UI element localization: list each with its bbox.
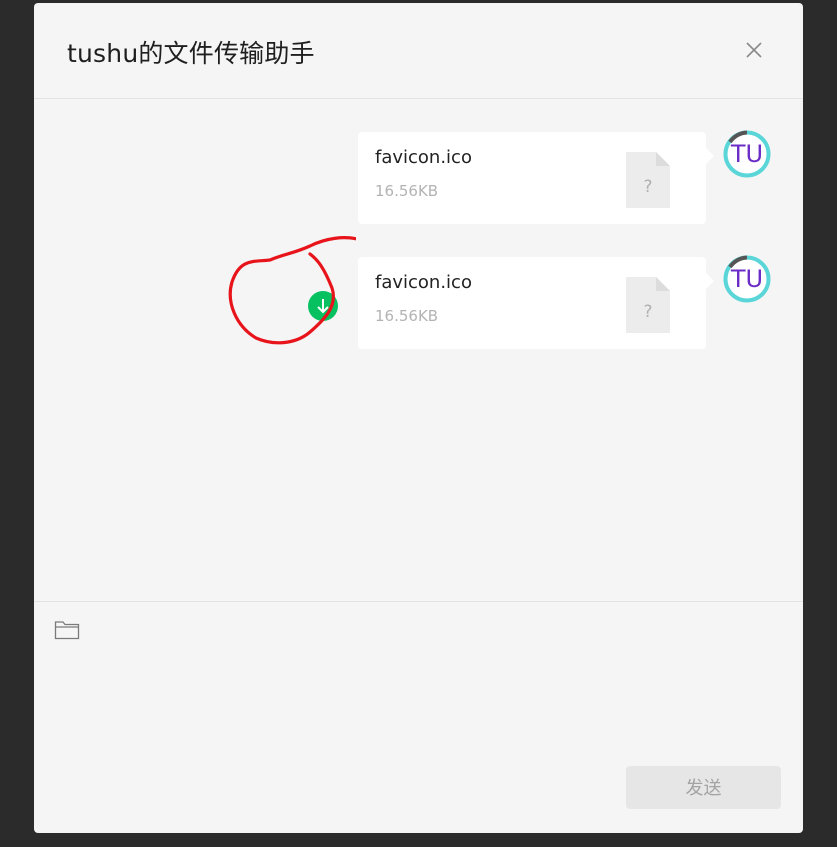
file-name: favicon.ico bbox=[375, 272, 472, 293]
unknown-file-icon: ? bbox=[626, 152, 670, 208]
send-button[interactable]: 发送 bbox=[626, 766, 781, 809]
avatar-initials: TU bbox=[730, 140, 764, 168]
file-bubble[interactable]: favicon.ico 16.56KB ? bbox=[358, 257, 714, 349]
avatar[interactable]: TU bbox=[723, 130, 771, 178]
dialog-title: tushu的文件传输助手 bbox=[67, 39, 315, 68]
avatar[interactable]: TU bbox=[723, 255, 771, 303]
unknown-file-icon: ? bbox=[626, 277, 670, 333]
dialog-header: tushu的文件传输助手 bbox=[34, 3, 803, 99]
chat-message-list[interactable]: favicon.ico 16.56KB ? TU favicon.ico 16.… bbox=[34, 99, 803, 601]
svg-text:?: ? bbox=[643, 302, 652, 322]
file-name: favicon.ico bbox=[375, 147, 472, 168]
file-message: favicon.ico 16.56KB ? TU bbox=[34, 255, 803, 349]
file-size: 16.56KB bbox=[375, 307, 439, 325]
svg-text:?: ? bbox=[643, 177, 652, 197]
message-input-area[interactable]: 发送 bbox=[34, 601, 803, 833]
folder-icon[interactable] bbox=[54, 618, 80, 640]
file-size: 16.56KB bbox=[375, 182, 439, 200]
file-message: favicon.ico 16.56KB ? TU bbox=[34, 130, 803, 224]
close-icon[interactable] bbox=[745, 41, 763, 59]
download-button[interactable] bbox=[308, 291, 338, 321]
file-bubble[interactable]: favicon.ico 16.56KB ? bbox=[358, 132, 714, 224]
file-transfer-dialog: tushu的文件传输助手 favicon.ico 16.56KB ? TU fa… bbox=[34, 3, 803, 833]
avatar-initials: TU bbox=[730, 265, 764, 293]
download-arrow-icon bbox=[317, 299, 329, 314]
